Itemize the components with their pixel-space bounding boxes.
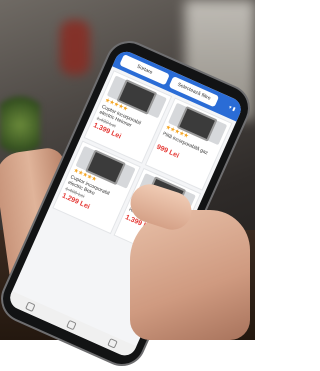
- home-icon[interactable]: [66, 319, 77, 331]
- right-hand: [130, 210, 250, 340]
- status-icons: ▾ ▮: [227, 104, 237, 113]
- blurred-red-object: [60, 20, 90, 75]
- back-icon[interactable]: [24, 301, 36, 312]
